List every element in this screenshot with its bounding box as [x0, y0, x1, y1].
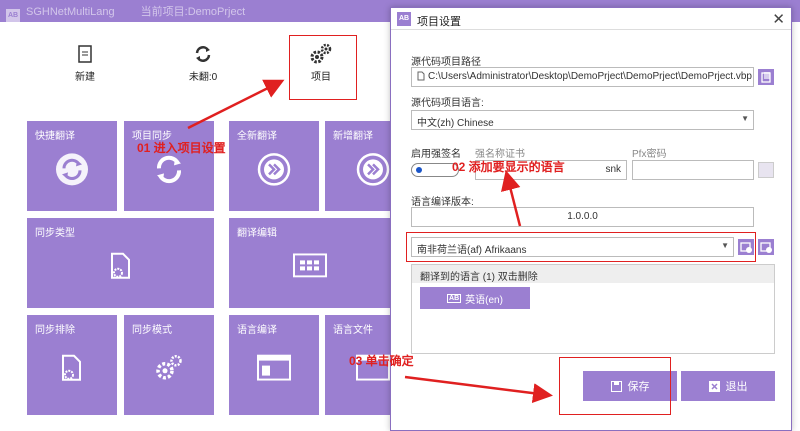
arrow-to-save [404, 375, 553, 404]
arrow-to-add-lang [501, 170, 522, 227]
annotation-arrows [187, 79, 553, 404]
arrow-to-project [187, 79, 285, 130]
